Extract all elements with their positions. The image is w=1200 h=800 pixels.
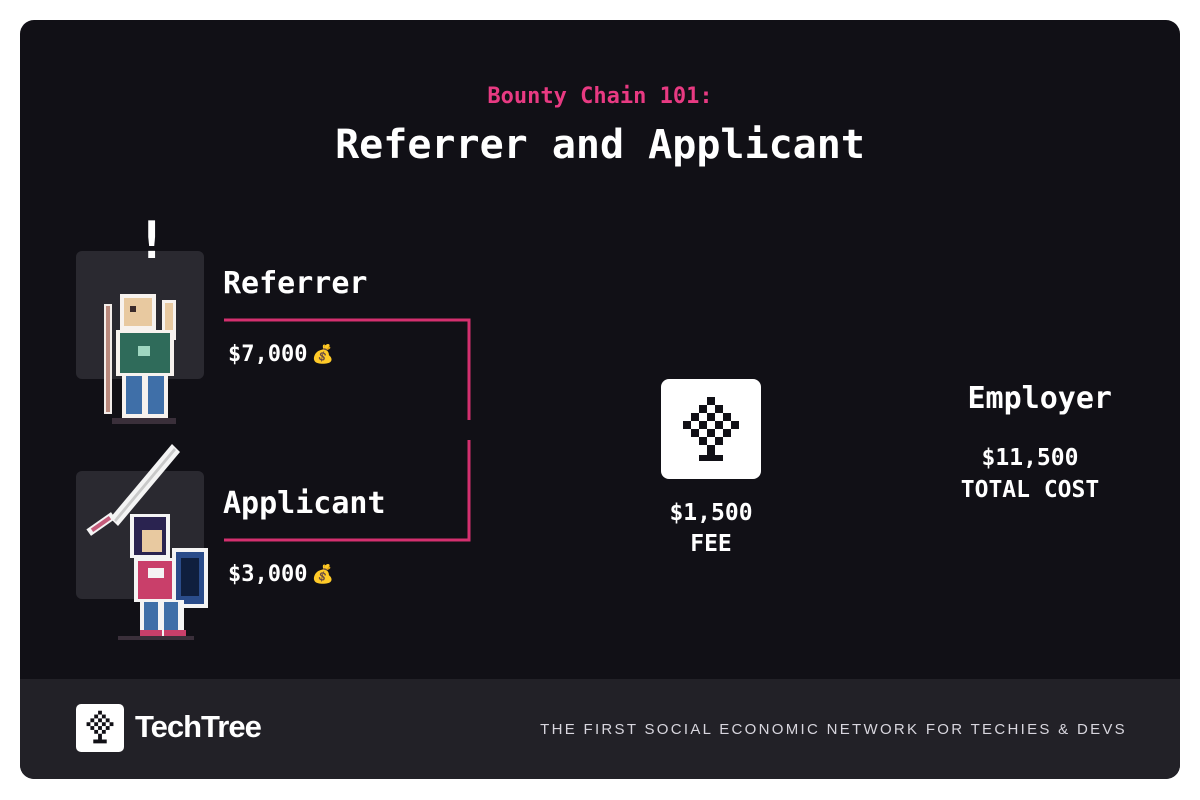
money-bag-icon: 💰 bbox=[311, 344, 334, 365]
fee-info: $1,500 FEE bbox=[621, 498, 801, 560]
fee-label: FEE bbox=[690, 531, 732, 557]
referrer-label: Referrer bbox=[223, 266, 368, 301]
brand-logo bbox=[76, 704, 124, 752]
referrer-line bbox=[224, 318, 471, 420]
applicant-label: Applicant bbox=[223, 486, 386, 521]
fee-node bbox=[661, 379, 761, 479]
applicant-amount-value: $3,000 bbox=[228, 562, 308, 587]
employer-label: Employer bbox=[967, 381, 1113, 416]
techtree-logo-icon bbox=[683, 397, 739, 461]
referrer-amount: $7,000 💰 bbox=[228, 342, 334, 367]
referrer-character: ! bbox=[104, 211, 176, 424]
total-cost-label: TOTAL COST bbox=[960, 477, 1100, 503]
applicant-character bbox=[86, 444, 208, 640]
employer-cost: $11,500 TOTAL COST bbox=[926, 442, 1134, 506]
footer: TechTree THE FIRST SOCIAL ECONOMIC NETWO… bbox=[20, 679, 1180, 779]
referrer-amount-value: $7,000 bbox=[228, 342, 308, 367]
alert-icon: ! bbox=[136, 211, 167, 271]
fee-amount: $1,500 bbox=[669, 500, 753, 526]
money-bag-icon: 💰 bbox=[311, 564, 334, 585]
techtree-logo-icon bbox=[86, 710, 114, 744]
tagline: THE FIRST SOCIAL ECONOMIC NETWORK FOR TE… bbox=[540, 721, 1127, 738]
employer-amount: $11,500 bbox=[981, 445, 1079, 471]
infographic-card: Bounty Chain 101: Referrer and Applicant… bbox=[20, 20, 1180, 779]
brand-name: TechTree bbox=[135, 709, 262, 744]
applicant-amount: $3,000 💰 bbox=[228, 562, 334, 587]
